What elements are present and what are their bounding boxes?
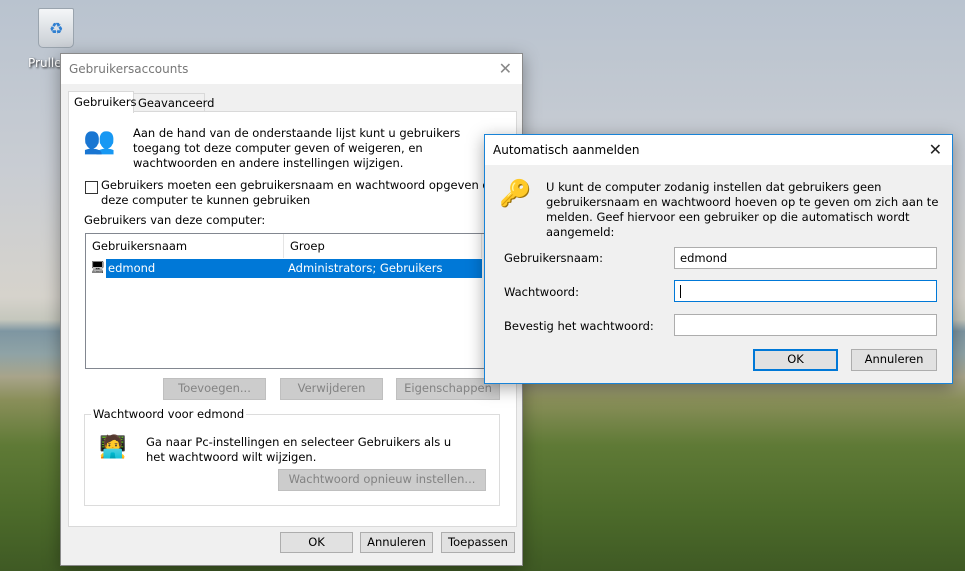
cancel-button[interactable]: Annuleren — [360, 532, 433, 553]
user-accounts-dialog: Gebruikersaccounts ✕ Gebruikers Geavance… — [60, 53, 523, 566]
users-list[interactable]: Gebruikersnaam Groep 🖥 edmond Administra… — [85, 233, 485, 369]
column-header-group[interactable]: Groep — [284, 234, 482, 258]
recycle-bin-icon: ♻ — [38, 8, 74, 48]
add-user-button[interactable]: Toevoegen... — [163, 378, 266, 400]
confirm-password-input[interactable] — [674, 314, 937, 336]
username-label: Gebruikersnaam: — [504, 251, 604, 265]
dialog-title: Automatisch aanmelden — [493, 143, 640, 157]
password-group-title: Wachtwoord voor edmond — [91, 407, 247, 421]
auto-logon-dialog: Automatisch aanmelden ✕ 🔑 U kunt de comp… — [484, 134, 953, 384]
apply-button[interactable]: Toepassen — [441, 532, 515, 553]
password-input[interactable] — [674, 280, 937, 302]
user-monitor-icon: 🧑‍💻 — [99, 435, 127, 460]
title-bar: Automatisch aanmelden ✕ — [485, 135, 952, 165]
intro-text: Aan de hand van de onderstaande lijst ku… — [133, 126, 461, 170]
close-icon[interactable]: ✕ — [499, 59, 512, 78]
tab-gebruikers[interactable]: Gebruikers — [68, 91, 137, 113]
tab-geavanceerd[interactable]: Geavanceerd — [133, 93, 214, 112]
tab-panel: 👥 Aan de hand van de onderstaande lijst … — [68, 111, 517, 527]
auto-logon-text: U kunt de computer zodanig instellen dat… — [546, 180, 939, 239]
table-row[interactable]: 🖥 edmond Administrators; Gebruikers — [90, 259, 482, 278]
confirm-password-label: Bevestig het wachtwoord: — [504, 319, 654, 333]
close-icon[interactable]: ✕ — [929, 140, 942, 159]
cancel-button[interactable]: Annuleren — [851, 349, 937, 371]
users-list-label: Gebruikers van deze computer: — [84, 213, 266, 227]
require-password-label[interactable]: Gebruikers moeten een gebruikersnaam en … — [101, 178, 511, 208]
username-input[interactable]: edmond — [674, 247, 937, 269]
user-icon: 🖥 — [90, 260, 106, 274]
row-group: Administrators; Gebruikers — [288, 261, 443, 275]
keys-icon: 🔑 — [499, 179, 532, 209]
require-password-checkbox[interactable] — [85, 181, 98, 194]
password-label: Wachtwoord: — [504, 285, 579, 299]
password-group-text: Ga naar Pc-instellingen en selecteer Geb… — [146, 435, 452, 464]
remove-user-button[interactable]: Verwijderen — [280, 378, 383, 400]
reset-password-button[interactable]: Wachtwoord opnieuw instellen... — [278, 469, 486, 491]
dialog-title: Gebruikersaccounts — [69, 62, 189, 76]
ok-button[interactable]: OK — [753, 349, 838, 371]
title-bar: Gebruikersaccounts ✕ — [61, 54, 522, 84]
ok-button[interactable]: OK — [280, 532, 353, 553]
column-header-username[interactable]: Gebruikersnaam — [86, 234, 284, 258]
row-username: edmond — [108, 261, 156, 275]
users-icon: 👥 — [83, 126, 116, 156]
password-groupbox: Wachtwoord voor edmond 🧑‍💻 Ga naar Pc-in… — [84, 407, 500, 506]
